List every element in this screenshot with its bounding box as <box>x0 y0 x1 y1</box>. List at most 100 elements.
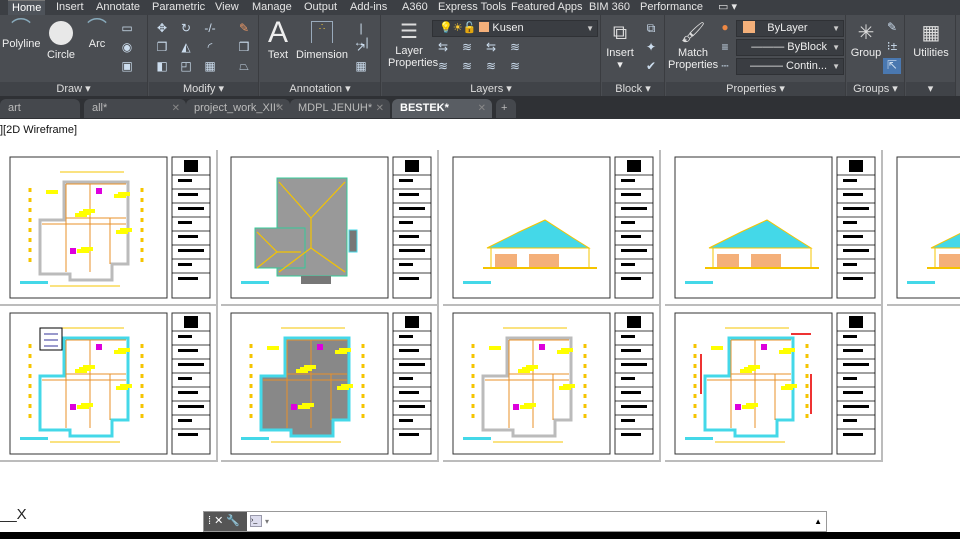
drawing-sheet-elevation[interactable] <box>887 150 960 306</box>
color-dropdown[interactable]: ByLayer ▼ <box>736 20 844 37</box>
block-panel-label[interactable]: Block ▾ <box>602 82 664 96</box>
rotate-icon[interactable]: ↻ <box>177 21 195 37</box>
dimension-button[interactable]: ∴ Dimension <box>296 21 348 61</box>
rectangle-icon[interactable]: ▭ <box>118 21 136 37</box>
utilities-panel: ▦ Utilities ▾ <box>906 15 956 96</box>
doc-tab[interactable]: project_work_XII* ✕ <box>186 99 290 118</box>
attribute-icon[interactable]: ✔ <box>642 59 660 75</box>
new-tab-button[interactable]: + <box>496 99 516 118</box>
draw-panel-label[interactable]: Draw ▾ <box>0 82 147 96</box>
group-select-icon[interactable]: ⇱ <box>883 58 901 74</box>
workspace-toggle-icon[interactable]: ▭ ▾ <box>714 0 741 15</box>
doc-tab[interactable]: MDPL JENUH* ✕ <box>290 99 390 118</box>
command-history-arrow[interactable]: ▲ <box>814 512 822 531</box>
layer-tool-icon[interactable]: ≋ <box>482 59 500 75</box>
ribbon-tab-performance[interactable]: Performance <box>636 0 707 15</box>
title-block <box>171 312 211 455</box>
ribbon-tab-manage[interactable]: Manage <box>248 0 296 15</box>
move-icon[interactable]: ✥ <box>153 21 171 37</box>
layer-tool-icon[interactable]: ≋ <box>458 59 476 75</box>
ribbon-tab-bim-360[interactable]: BIM 360 <box>585 0 634 15</box>
layer-dropdown[interactable]: 💡☀🔓 Kusen ▼ <box>432 20 598 37</box>
recent-commands-arrow[interactable]: ▾ <box>265 512 269 531</box>
modify-panel-label[interactable]: Modify ▾ <box>149 82 258 96</box>
drawing-sheet-elevation[interactable] <box>443 150 661 306</box>
layer-tool-icon[interactable]: ≋ <box>458 40 476 56</box>
close-tab-icon[interactable]: ✕ <box>478 99 486 118</box>
edit-block-icon[interactable]: ✦ <box>642 40 660 56</box>
ribbon-tab-output[interactable]: Output <box>300 0 341 15</box>
close-tab-icon[interactable]: ✕ <box>276 99 284 118</box>
layer-tool-icon[interactable]: ⇆ <box>434 40 452 56</box>
command-input[interactable] <box>274 513 814 529</box>
match-properties-button[interactable]: 🖌 Match Properties <box>668 19 718 71</box>
erase-icon[interactable]: ✎ <box>235 21 253 37</box>
doc-tab[interactable]: all* ✕ <box>84 99 186 118</box>
fillet-icon[interactable]: ◜ <box>201 40 219 56</box>
ribbon-tab-a360[interactable]: A360 <box>398 0 432 15</box>
annotation-panel-label[interactable]: Annotation ▾ <box>260 82 380 96</box>
ribbon-tab-parametric[interactable]: Parametric <box>148 0 209 15</box>
scale-icon[interactable]: ◰ <box>177 59 195 75</box>
drawing-sheet-electrical-plan[interactable] <box>665 306 883 462</box>
layer-tool-icon[interactable]: ≋ <box>506 40 524 56</box>
insert-button[interactable]: ⧉ Insert ▾ <box>604 19 636 71</box>
stretch-icon[interactable]: ◧ <box>153 59 171 75</box>
linear-dim-icon[interactable]: |↔| <box>352 21 370 49</box>
layer-tool-icon[interactable]: ⇆ <box>482 40 500 56</box>
close-tab-icon[interactable]: ✕ <box>172 99 180 118</box>
ribbon-tab-view[interactable]: View <box>211 0 243 15</box>
trim-icon[interactable]: -/- <box>201 21 219 37</box>
ribbon-tab-annotate[interactable]: Annotate <box>92 0 144 15</box>
ribbon-tab-home[interactable]: Home <box>8 0 46 15</box>
viewport-controls[interactable]: ][2D Wireframe] <box>0 124 77 136</box>
close-tab-icon[interactable]: ✕ <box>376 99 384 118</box>
region-icon[interactable]: ▣ <box>118 59 136 75</box>
drawing-sheet-floor-plan[interactable] <box>0 150 218 306</box>
doc-tab[interactable]: BESTEK* ✕ <box>392 99 492 118</box>
array-icon[interactable]: ▦ <box>201 59 219 75</box>
drawing-sheet-ceiling-plan[interactable] <box>221 306 439 462</box>
ribbon-tab-add-ins[interactable]: Add-ins <box>346 0 391 15</box>
group-icon: ✳ <box>857 22 875 44</box>
copy-icon[interactable]: ❐ <box>153 40 171 56</box>
table-icon[interactable]: ▦ <box>352 59 370 75</box>
circle-button[interactable]: Circle <box>44 21 78 61</box>
properties-panel-label[interactable]: Properties ▾ <box>666 82 845 96</box>
utilities-expand[interactable]: ▾ <box>906 82 955 96</box>
customize-wrench-icon[interactable]: 🔧 <box>226 515 240 527</box>
close-command-icon[interactable]: ✕ <box>214 515 223 527</box>
utilities-button[interactable]: ▦ Utilities <box>908 19 954 59</box>
doc-tab[interactable]: art <box>0 99 80 118</box>
command-prompt-icon[interactable]: ›_ <box>250 515 262 527</box>
text-button[interactable]: A Text <box>264 17 292 62</box>
drawing-sheet-furniture-plan[interactable] <box>0 306 218 462</box>
mirror-icon[interactable]: ◭ <box>177 40 195 56</box>
leader-icon[interactable]: ↗ <box>352 40 370 56</box>
hatch-icon[interactable]: ◉ <box>118 40 136 56</box>
polyline-button[interactable]: ⌒ Polyline <box>2 19 41 50</box>
drawing-sheet-floor-plan[interactable] <box>443 306 661 462</box>
layer-tool-icon[interactable]: ≋ <box>506 59 524 75</box>
block-panel: ⧉ Insert ▾ ⧉ ✦ ✔ Block ▾ <box>602 15 665 96</box>
bulb-icon: 💡☀🔓 <box>439 22 477 34</box>
drawing-sheet-roof-plan[interactable] <box>221 150 439 306</box>
group-button[interactable]: ✳ Group <box>849 19 883 59</box>
title-block <box>836 312 876 455</box>
arc-button[interactable]: ⌒ Arc <box>82 19 112 50</box>
explode-icon[interactable]: ❒ <box>235 40 253 56</box>
offset-icon[interactable]: ⏢ <box>235 59 253 75</box>
linetype-dropdown[interactable]: ——— Contin... ▼ <box>736 58 844 75</box>
groups-panel-label[interactable]: Groups ▾ <box>847 82 904 96</box>
ribbon-tab-featured-apps[interactable]: Featured Apps <box>507 0 587 15</box>
layer-properties-button[interactable]: ☰ Layer Properties <box>388 19 438 69</box>
layer-tool-icon[interactable]: ≋ <box>434 59 452 75</box>
group-edit-icon[interactable]: ⁝± <box>883 39 901 55</box>
ribbon-tab-express-tools[interactable]: Express Tools <box>434 0 510 15</box>
ribbon-tab-insert[interactable]: Insert <box>52 0 88 15</box>
drawing-sheet-elevation[interactable] <box>665 150 883 306</box>
ungroup-icon[interactable]: ✎ <box>883 20 901 36</box>
lineweight-dropdown[interactable]: ——— ByBlock ▼ <box>736 39 844 56</box>
create-block-icon[interactable]: ⧉ <box>642 21 660 37</box>
layers-panel-label[interactable]: Layers ▾ <box>382 82 600 96</box>
